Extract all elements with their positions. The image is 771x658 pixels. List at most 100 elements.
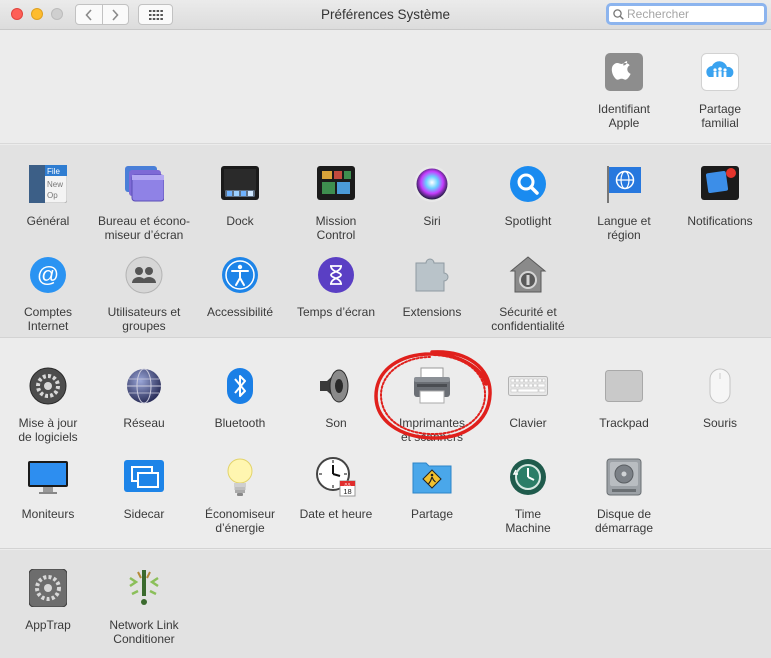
pane-trackpad[interactable]: Trackpad — [576, 366, 672, 430]
svg-text:New: New — [47, 180, 63, 189]
pane-label: Bluetooth — [214, 416, 266, 430]
pane-label: Siri — [423, 214, 441, 228]
pane-security-privacy[interactable]: Sécurité et confidentialité — [480, 255, 576, 333]
svg-text:File: File — [47, 167, 60, 176]
keyboard-icon — [508, 366, 548, 406]
pane-label: Disque de démarrage — [594, 507, 654, 535]
pane-label: Clavier — [509, 416, 547, 430]
apple-id-icon — [604, 52, 644, 92]
pane-label: Spotlight — [504, 214, 552, 228]
mission-control-icon — [316, 164, 356, 204]
pane-label: Partage familial — [698, 102, 742, 130]
pane-label: Son — [325, 416, 347, 430]
pane-screen-time[interactable]: Temps d’écran — [288, 255, 384, 319]
pane-apple-id[interactable]: Identifiant Apple — [576, 52, 672, 130]
siri-icon — [412, 164, 452, 204]
pane-label: Extensions — [402, 305, 462, 319]
pane-label: Bureau et écono- miseur d’écran — [97, 214, 191, 242]
pane-energy-saver[interactable]: Économiseur d’énergie — [192, 457, 288, 535]
pane-label: Mise à jour de logiciels — [18, 416, 78, 444]
pane-label: Souris — [702, 416, 737, 430]
sharing-icon — [412, 457, 452, 497]
pane-label: Temps d’écran — [296, 305, 376, 319]
pane-mouse[interactable]: Souris — [672, 366, 768, 430]
pane-startup-disk[interactable]: Disque de démarrage — [576, 457, 672, 535]
pane-label: Mission Control — [315, 214, 357, 242]
pane-language-region[interactable]: Langue et région — [576, 164, 672, 242]
date-time-icon: JUL 18 — [316, 457, 356, 497]
pane-network[interactable]: Réseau — [96, 366, 192, 430]
notifications-icon — [700, 164, 740, 204]
svg-text:@: @ — [37, 262, 59, 287]
pane-internet-accounts[interactable]: @ Comptes Internet — [0, 255, 96, 333]
bluetooth-icon — [220, 366, 260, 406]
pane-label: Général — [26, 214, 70, 228]
pane-label: Utilisateurs et groupes — [107, 305, 181, 333]
pane-label: Identifiant Apple — [597, 102, 651, 130]
svg-text:JUL: JUL — [344, 481, 352, 486]
mouse-icon — [700, 366, 740, 406]
search-input[interactable] — [627, 7, 755, 21]
search-icon — [613, 8, 624, 20]
accessibility-icon — [220, 255, 260, 295]
general-icon: File New Op — [28, 164, 68, 204]
extensions-icon — [412, 255, 452, 295]
pane-time-machine[interactable]: Time Machine — [480, 457, 576, 535]
energy-saver-icon — [220, 457, 260, 497]
sidecar-icon — [124, 457, 164, 497]
sound-icon — [316, 366, 356, 406]
internet-accounts-icon: @ — [28, 255, 68, 295]
pane-label: Économiseur d’énergie — [204, 507, 276, 535]
pane-label: Moniteurs — [21, 507, 75, 521]
pane-sidecar[interactable]: Sidecar — [96, 457, 192, 521]
family-sharing-icon — [700, 52, 740, 92]
pane-extensions[interactable]: Extensions — [384, 255, 480, 319]
pane-date-time[interactable]: JUL 18 Date et heure — [288, 457, 384, 521]
pane-siri[interactable]: Siri — [384, 164, 480, 228]
pane-notifications[interactable]: Notifications — [672, 164, 768, 228]
pane-label: Langue et région — [597, 214, 651, 242]
spotlight-icon — [508, 164, 548, 204]
pane-label: Réseau — [123, 416, 165, 430]
software-update-icon — [28, 366, 68, 406]
pane-label: Sécurité et confidentialité — [491, 305, 565, 333]
time-machine-icon — [508, 457, 548, 497]
pane-spotlight[interactable]: Spotlight — [480, 164, 576, 228]
pane-network-link-conditioner[interactable]: Network Link Conditioner — [96, 568, 192, 646]
highlight-circle — [374, 350, 492, 440]
pane-label: Network Link Conditioner — [109, 618, 179, 646]
screen-time-icon — [316, 255, 356, 295]
pane-keyboard[interactable]: Clavier — [480, 366, 576, 430]
svg-text:Op: Op — [47, 191, 58, 200]
pane-label: Time Machine — [505, 507, 551, 535]
pane-desktop-screensaver[interactable]: Bureau et écono- miseur d’écran — [96, 164, 192, 242]
pane-sharing[interactable]: Partage — [384, 457, 480, 521]
pane-mission-control[interactable]: Mission Control — [288, 164, 384, 242]
pane-dock[interactable]: Dock — [192, 164, 288, 228]
pane-label: Comptes Internet — [23, 305, 73, 333]
pane-displays[interactable]: Moniteurs — [0, 457, 96, 521]
pane-apptrap[interactable]: AppTrap — [0, 568, 96, 632]
pane-general[interactable]: File New Op Général — [0, 164, 96, 228]
trackpad-icon — [604, 366, 644, 406]
network-icon — [124, 366, 164, 406]
pane-bluetooth[interactable]: Bluetooth — [192, 366, 288, 430]
pane-label: Dock — [226, 214, 254, 228]
pane-software-update[interactable]: Mise à jour de logiciels — [0, 366, 96, 444]
desktop-screensaver-icon — [124, 164, 164, 204]
language-region-icon — [604, 164, 644, 204]
pane-users-groups[interactable]: Utilisateurs et groupes — [96, 255, 192, 333]
pane-sound[interactable]: Son — [288, 366, 384, 430]
pane-family-sharing[interactable]: Partage familial — [672, 52, 768, 130]
pane-label: Sidecar — [123, 507, 165, 521]
pane-label: Date et heure — [299, 507, 373, 521]
pane-label: Trackpad — [599, 416, 649, 430]
startup-disk-icon — [604, 457, 644, 497]
search-field[interactable] — [606, 3, 767, 25]
pane-accessibility[interactable]: Accessibilité — [192, 255, 288, 319]
pane-label: Notifications — [687, 214, 753, 228]
users-groups-icon — [124, 255, 164, 295]
pane-label: Accessibilité — [206, 305, 274, 319]
system-preferences-window: Préférences Système Identifiant Apple Pa… — [0, 0, 771, 658]
apptrap-icon — [28, 568, 68, 608]
